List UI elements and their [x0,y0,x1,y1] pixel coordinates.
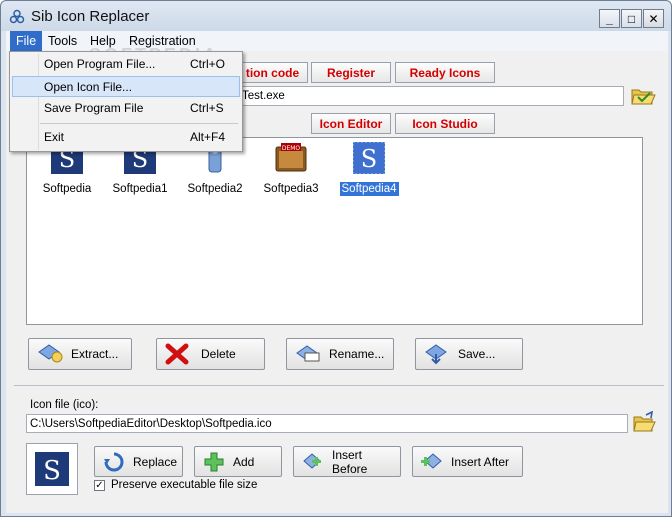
icon-preview: S [26,443,78,495]
svg-text:DEMO: DEMO [282,145,301,152]
svg-text:S: S [361,145,377,173]
rename-icon [296,345,320,362]
title-bar: Sib Icon Replacer _ □ ✕ [1,1,671,31]
icon-editor-button[interactable]: Icon Editor [311,113,391,134]
delete-x-icon [165,343,189,365]
softpedia-preview-icon: S [35,452,69,486]
app-logo-icon [9,9,25,24]
add-plus-icon [204,452,224,471]
extract-button[interactable]: Extract... [28,338,132,370]
menu-tools[interactable]: Tools [42,31,83,51]
file-menu-dropdown: Open Program File... Ctrl+O Open Icon Fi… [9,51,243,152]
menu-open-icon-file[interactable]: Open Icon File... [12,76,240,97]
replace-button[interactable]: Replace [94,446,183,477]
preserve-size-checkbox[interactable]: ✓ [94,480,105,491]
maximize-icon: □ [627,11,636,26]
icon-file-path-input[interactable]: C:\Users\SoftpediaEditor\Desktop\Softped… [26,414,628,433]
app-window: Sib Icon Replacer _ □ ✕ File Tools Help … [0,0,672,517]
preserve-size-label: Preserve executable file size [111,479,258,491]
close-button[interactable]: ✕ [643,9,664,28]
register-button[interactable]: Register [311,62,391,83]
minimize-icon: _ [606,11,613,26]
menu-open-program-file[interactable]: Open Program File... Ctrl+O [12,54,240,75]
rename-button[interactable]: Rename... [286,338,394,370]
menu-save-program-file[interactable]: Save Program File Ctrl+S [12,98,240,119]
replace-cycle-icon [104,452,124,471]
minimize-button[interactable]: _ [599,9,620,28]
insert-before-button[interactable]: Insert Before [293,446,401,477]
save-icon [425,344,447,365]
insert-after-button[interactable]: Insert After [412,446,523,477]
extract-icon [38,344,63,363]
add-button[interactable]: Add [194,446,282,477]
close-icon: ✕ [648,11,659,26]
registration-code-button[interactable]: tion code [238,62,308,83]
open-icon-folder-icon[interactable] [632,411,656,435]
icon-item-softpedia4[interactable]: S Softpedia4 [334,141,404,196]
icon-list[interactable]: S Softpedia S Softpedia1 Softpedia2 DEMO… [26,137,643,325]
svg-text:S: S [43,456,61,486]
open-program-folder-icon[interactable] [630,84,656,108]
window-title: Sib Icon Replacer [31,8,150,25]
icon-item-softpedia3[interactable]: DEMO Softpedia3 [256,142,326,196]
ready-icons-button[interactable]: Ready Icons [395,62,495,83]
menu-exit[interactable]: Exit Alt+F4 [12,127,240,148]
insert-after-icon [421,452,442,469]
save-button[interactable]: Save... [415,338,523,370]
menu-separator [40,123,238,124]
menu-file[interactable]: File [10,31,43,51]
icon-studio-button[interactable]: Icon Studio [395,113,495,134]
insert-before-icon [303,452,321,469]
icon-file-label: Icon file (ico): [30,399,99,411]
delete-button[interactable]: Delete [156,338,265,370]
maximize-button[interactable]: □ [621,9,642,28]
program-path-input[interactable]: Test.exe [238,86,624,106]
softpedia-icon-selected: S [352,141,386,175]
demo-tv-icon: DEMO [275,143,307,172]
